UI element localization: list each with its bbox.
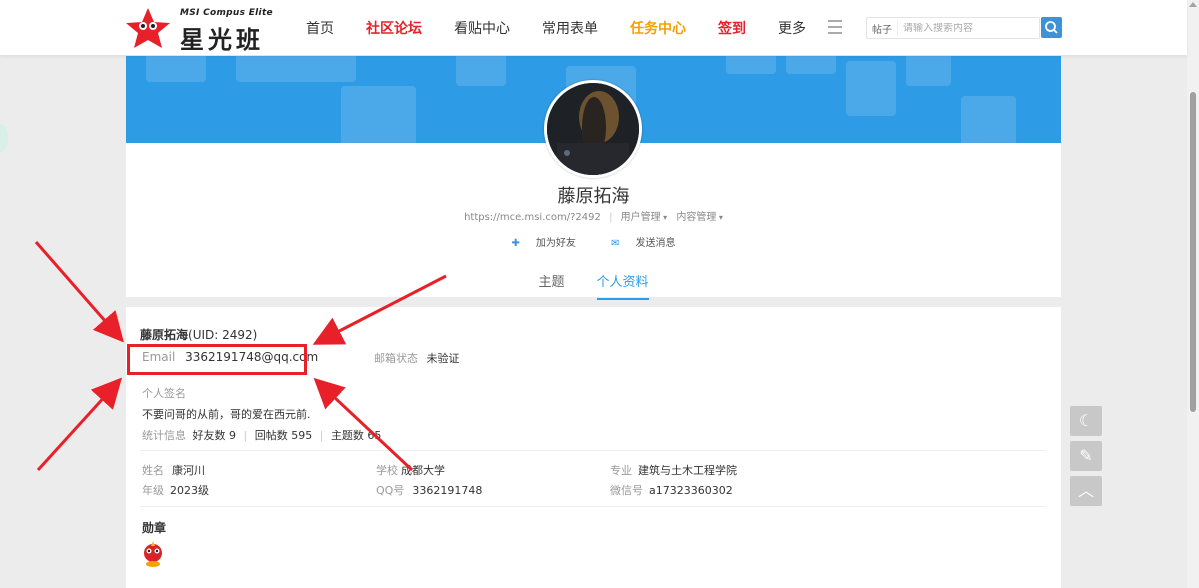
scroll-thumb[interactable] (1190, 92, 1196, 412)
content-manage-dropdown[interactable]: 内容管理 (676, 212, 723, 223)
profile-actions: ✚ 加为好友 ✉ 发送消息 (126, 234, 1061, 249)
mail-icon: ✉ (611, 238, 620, 249)
qq-row: QQ号 3362191748 (376, 484, 483, 497)
nav-forum[interactable]: 社区论坛 (366, 18, 422, 38)
grade-value: 2023级 (170, 484, 209, 497)
signature-label: 个人签名 (142, 387, 186, 400)
tab-profile[interactable]: 个人资料 (596, 271, 649, 300)
qq-value: 3362191748 (412, 484, 483, 497)
annotation-highlight-box (127, 344, 307, 375)
grade-row: 年级 2023级 (142, 484, 209, 497)
page-scrollbar[interactable] (1187, 0, 1199, 588)
tab-threads[interactable]: 主题 (538, 271, 564, 300)
nav-checkin[interactable]: 签到 (718, 18, 746, 38)
stats-row: 统计信息 好友数 9 | 回帖数 595 | 主题数 65 (142, 429, 382, 442)
add-user-icon: ✚ (511, 238, 520, 249)
top-navbar: MSI Compus Elite 星光班 首页 社区论坛 看贴中心 常用表单 任… (0, 0, 1187, 56)
site-logo[interactable]: MSI Compus Elite 星光班 (124, 6, 284, 54)
realname-row: 姓名 康河川 (142, 464, 205, 477)
profile-tabs: 主题 个人资料 (126, 271, 1061, 300)
medal-icon[interactable] (140, 540, 166, 568)
nav-tasks[interactable]: 任务中心 (630, 18, 686, 38)
dark-mode-button[interactable]: ☾ (1070, 406, 1102, 436)
search-input[interactable] (898, 22, 1038, 34)
signature-value: 不要问哥的从前，哥的爱在西元前. (142, 408, 311, 421)
stat-threads[interactable]: 主题数 65 (331, 429, 382, 442)
list-icon[interactable] (828, 20, 844, 34)
profile-username: 藤原拓海 (557, 186, 630, 207)
search-type-select[interactable]: 帖子 (867, 20, 898, 36)
wechat-value: a17323360302 (649, 484, 733, 497)
school-row: 学校 成都大学 (376, 464, 445, 477)
search-button[interactable] (1041, 17, 1062, 38)
main-nav: 首页 社区论坛 看贴中心 常用表单 任务中心 签到 更多 (290, 0, 822, 56)
stat-replies[interactable]: 回帖数 595 (255, 429, 313, 442)
edit-icon: ✎ (1079, 446, 1093, 465)
post-button[interactable]: ✎ (1070, 441, 1102, 471)
wechat-row: 微信号 a17323360302 (610, 484, 733, 497)
logo-title: 星光班 (180, 26, 264, 54)
side-widget[interactable] (0, 124, 8, 152)
email-status-row: 邮箱状态 未验证 (374, 350, 460, 366)
user-manage-dropdown[interactable]: 用户管理 (621, 212, 668, 223)
profile-url[interactable]: https://mce.msi.com/?2492 (464, 212, 601, 223)
star-mascot-icon (126, 8, 170, 48)
major-value: 建筑与土木工程学院 (638, 464, 737, 477)
scroll-up-arrow-icon[interactable] (1189, 2, 1197, 7)
stat-friends[interactable]: 好友数 9 (193, 429, 237, 442)
search-box: 帖子 (866, 17, 1040, 39)
stats-label: 统计信息 (142, 429, 186, 442)
school-value: 成都大学 (401, 464, 445, 477)
nav-home[interactable]: 首页 (306, 18, 334, 38)
realname-value: 康河川 (172, 464, 205, 477)
info-name: 藤原拓海 (140, 328, 189, 342)
email-status-value: 未验证 (426, 352, 460, 365)
back-to-top-button[interactable]: ︿ (1070, 476, 1102, 506)
nav-forms[interactable]: 常用表单 (542, 18, 598, 38)
nav-more[interactable]: 更多 (778, 18, 806, 38)
medal-label: 勋章 (142, 521, 167, 535)
add-friend-button[interactable]: ✚ 加为好友 (504, 238, 584, 249)
info-title: 藤原拓海(UID: 2492) (140, 326, 257, 343)
logo-subtitle: MSI Compus Elite (180, 8, 273, 18)
send-message-button[interactable]: ✉ 发送消息 (603, 238, 683, 249)
avatar-image (547, 83, 639, 175)
profile-meta: https://mce.msi.com/?2492 | 用户管理 内容管理 (126, 208, 1061, 223)
nav-view-center[interactable]: 看贴中心 (454, 18, 510, 38)
arrow-up-icon: ︿ (1077, 481, 1094, 500)
search-icon (1045, 21, 1058, 34)
info-uid: (UID: 2492) (188, 328, 258, 342)
major-row: 专业 建筑与土木工程学院 (610, 464, 737, 477)
user-avatar[interactable] (544, 80, 642, 178)
email-status-label: 邮箱状态 (374, 352, 418, 365)
moon-icon: ☾ (1078, 411, 1094, 430)
